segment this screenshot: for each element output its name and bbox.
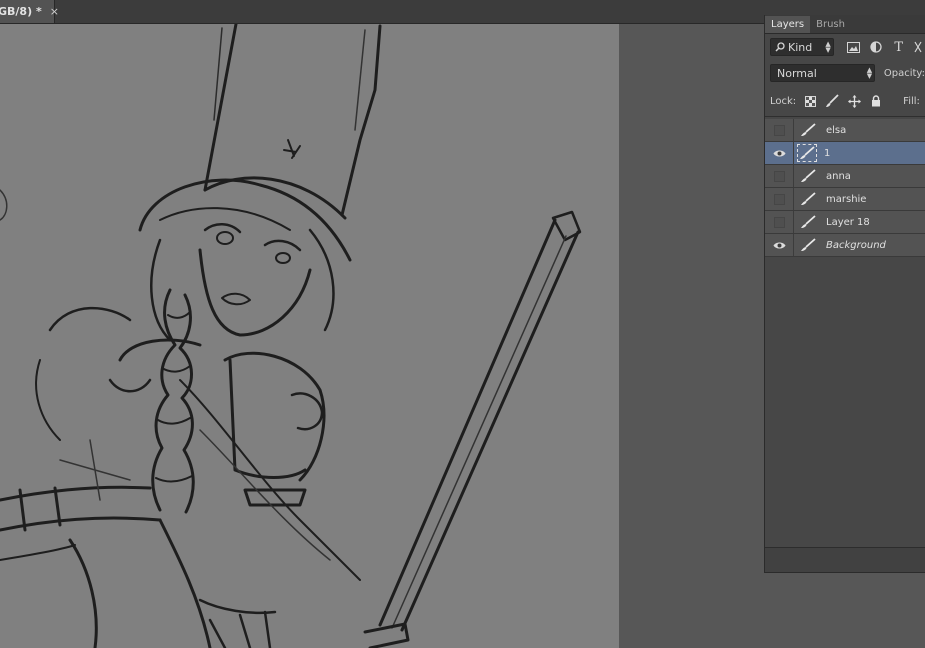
layer-name: anna xyxy=(826,170,851,182)
layer-name: elsa xyxy=(826,124,847,136)
layer-name: Background xyxy=(826,239,886,251)
brush-layer-thumbnail-icon xyxy=(797,144,817,162)
image-filter-icon[interactable] xyxy=(846,39,861,55)
lock-transparent-icon[interactable] xyxy=(802,93,818,109)
layer-row-elsa[interactable]: elsa xyxy=(765,119,925,142)
lock-label: Lock: xyxy=(770,95,797,107)
visibility-toggle[interactable] xyxy=(765,211,794,233)
layer-row-anna[interactable]: anna xyxy=(765,165,925,188)
document-tab-title: GB/8) * xyxy=(0,5,42,18)
eye-icon xyxy=(773,242,785,248)
chevron-updown-icon: ▲ ▼ xyxy=(825,40,831,54)
hidden-visibility-box xyxy=(773,124,785,136)
fill-label: Fill: xyxy=(903,95,920,107)
lock-paint-icon[interactable] xyxy=(824,93,840,109)
visibility-toggle[interactable] xyxy=(765,188,794,210)
layer-name: marshie xyxy=(826,193,867,205)
layer-name: 1 xyxy=(824,147,831,159)
document-canvas[interactable] xyxy=(0,24,619,648)
close-icon[interactable]: × xyxy=(50,5,59,18)
lock-all-icon[interactable] xyxy=(868,93,884,109)
kind-filter-select[interactable]: Kind ▲ ▼ xyxy=(770,38,834,56)
brush-layer-thumbnail-icon xyxy=(797,121,819,139)
layer-list: elsa 1 anna marshie Layer 18 Background xyxy=(765,119,925,257)
tab-layers[interactable]: Layers xyxy=(765,16,811,33)
brush-layer-thumbnail-icon xyxy=(797,236,819,254)
blend-mode-select[interactable]: Normal ▲ ▼ xyxy=(770,64,875,82)
hidden-visibility-box xyxy=(773,216,785,228)
filter-row: Kind ▲ ▼ T xyxy=(765,34,925,60)
layer-row-marshie[interactable]: marshie xyxy=(765,188,925,211)
lock-position-icon[interactable] xyxy=(846,93,862,109)
visibility-toggle[interactable] xyxy=(765,165,794,187)
layer-name: Layer 18 xyxy=(826,216,870,228)
hidden-visibility-box xyxy=(773,193,785,205)
brush-layer-thumbnail-icon xyxy=(797,167,819,185)
kind-filter-label: Kind xyxy=(788,40,813,54)
sketch-artwork xyxy=(0,24,582,648)
tab-brush[interactable]: Brush xyxy=(810,16,851,33)
lock-row: Lock: Fill: xyxy=(765,86,925,117)
layers-panel: Layers Brush Kind ▲ ▼ T Normal ▲ ▼ Opacity… xyxy=(764,15,925,573)
adjustment-filter-icon[interactable] xyxy=(868,39,883,55)
visibility-toggle[interactable] xyxy=(765,142,794,164)
eye-icon xyxy=(773,150,785,156)
opacity-label: Opacity: xyxy=(883,67,925,79)
hidden-visibility-box xyxy=(773,170,785,182)
panel-footer xyxy=(765,547,925,572)
blend-mode-label: Normal xyxy=(777,66,817,80)
brush-layer-thumbnail-icon xyxy=(797,213,819,231)
panel-tab-bar: Layers Brush xyxy=(765,15,925,34)
chevron-updown-icon: ▲ ▼ xyxy=(866,66,873,80)
visibility-toggle[interactable] xyxy=(765,119,794,141)
shape-filter-icon[interactable] xyxy=(910,39,925,55)
blend-row: Normal ▲ ▼ Opacity: xyxy=(765,60,925,86)
layer-row-1[interactable]: 1 xyxy=(765,142,925,165)
visibility-toggle[interactable] xyxy=(765,234,794,256)
search-icon xyxy=(775,42,785,52)
layer-row-layer-18[interactable]: Layer 18 xyxy=(765,211,925,234)
document-tab[interactable]: GB/8) * × xyxy=(0,0,59,23)
type-filter-icon[interactable]: T xyxy=(891,39,906,55)
layer-row-background[interactable]: Background xyxy=(765,234,925,257)
brush-layer-thumbnail-icon xyxy=(797,190,819,208)
